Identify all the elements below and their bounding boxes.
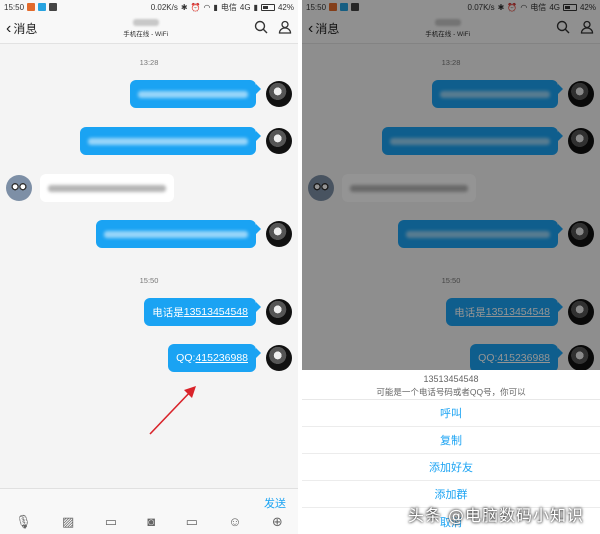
message-bubble-blurred[interactable] xyxy=(80,127,261,155)
search-icon[interactable] xyxy=(254,20,268,37)
contact-avatar[interactable] xyxy=(6,175,32,201)
qq-message-bubble[interactable]: QQ: 415236988 xyxy=(168,344,261,372)
copy-option[interactable]: 复制 xyxy=(302,427,600,454)
avatar[interactable] xyxy=(266,299,292,325)
avatar[interactable] xyxy=(266,81,292,107)
action-sheet-header: 13513454548 可能是一个电话号码或者QQ号，你可以 xyxy=(302,370,600,400)
folder-icon[interactable]: ▭ xyxy=(186,514,198,530)
watermark: 头条 @电脑数码小知识 xyxy=(407,506,584,525)
contact-name-blurred xyxy=(132,19,159,26)
message-row-out: 电话是 13513454548 xyxy=(144,298,292,326)
app-notification-icon xyxy=(27,3,36,11)
battery-percent: 42% xyxy=(277,2,294,12)
network-speed: 0.02K/s xyxy=(150,2,178,12)
network-type: 4G xyxy=(239,2,251,12)
avatar[interactable] xyxy=(266,221,292,247)
avatar[interactable] xyxy=(266,345,292,371)
camera-icon[interactable]: ◙ xyxy=(147,514,155,530)
person-icon[interactable] xyxy=(278,20,292,37)
chat-header: ‹ 消息 手机在线 - WiFi xyxy=(0,14,298,44)
plus-icon[interactable]: ⊕ xyxy=(272,514,283,530)
carrier-label: 电信 xyxy=(220,2,237,12)
call-option[interactable]: 呼叫 xyxy=(302,400,600,427)
action-sheet-hint: 可能是一个电话号码或者QQ号，你可以 xyxy=(376,387,526,397)
battery-icon xyxy=(260,3,275,11)
message-bubble-blurred[interactable] xyxy=(130,80,261,108)
message-row-out xyxy=(80,127,292,155)
bluetooth-icon: ✱ xyxy=(180,2,188,12)
message-row-out xyxy=(96,220,292,248)
message-row-out xyxy=(130,80,292,108)
phone-number-link[interactable]: 13513454548 xyxy=(184,306,248,318)
notification-icon xyxy=(49,3,58,11)
timestamp: 15:50 xyxy=(139,276,159,285)
chevron-left-icon: ‹ xyxy=(6,19,12,37)
detected-number: 13513454548 xyxy=(423,374,479,384)
timestamp: 13:28 xyxy=(139,58,159,67)
image-icon[interactable]: ▨ xyxy=(62,514,74,530)
back-label: 消息 xyxy=(13,22,38,36)
message-composer: 发送 🎙 ▨ ▭ ◙ ▭ ☺ ⊕ xyxy=(0,488,298,534)
red-arrow-annotation xyxy=(149,386,196,435)
phone-message-bubble[interactable]: 电话是 13513454548 xyxy=(144,298,261,326)
online-status: 手机在线 - WiFi xyxy=(123,31,169,38)
send-button[interactable]: 发送 xyxy=(264,495,286,511)
status-bar: 15:50 0.02K/s ✱ ⏰ ◠ ▮ 电信 4G ▮ 42% xyxy=(0,0,298,14)
back-button[interactable]: ‹ 消息 xyxy=(6,20,37,37)
message-row-out: QQ: 415236988 xyxy=(168,344,292,372)
signal-icon: ▮ xyxy=(253,2,258,12)
avatar[interactable] xyxy=(266,128,292,154)
alarm-icon: ⏰ xyxy=(190,2,201,12)
qq-notification-icon xyxy=(38,3,47,11)
chat-screen-left: 15:50 0.02K/s ✱ ⏰ ◠ ▮ 电信 4G ▮ 42% ‹ 消息 手… xyxy=(0,0,298,534)
qq-number-link[interactable]: 415236988 xyxy=(195,352,248,364)
qq-prefix: QQ: xyxy=(176,352,196,364)
signal-icon: ▮ xyxy=(213,2,218,12)
chat-title: 手机在线 - WiFi xyxy=(123,19,168,38)
composer-toolbar: 🎙 ▨ ▭ ◙ ▭ ☺ ⊕ xyxy=(0,514,298,530)
phone-prefix: 电话是 xyxy=(152,306,184,319)
message-row-in xyxy=(6,174,174,202)
video-icon[interactable]: ▭ xyxy=(105,514,117,530)
wifi-icon: ◠ xyxy=(203,2,211,12)
add-friend-option[interactable]: 添加好友 xyxy=(302,454,600,481)
status-time: 15:50 xyxy=(4,2,25,12)
message-bubble-blurred[interactable] xyxy=(40,174,174,202)
mic-icon[interactable]: 🎙 xyxy=(15,514,32,530)
chat-screen-right: 15:50 0.07K/s ✱ ⏰ ◠ 电信 4G 42% ‹ 消息 手机在线 … xyxy=(302,0,600,534)
emoji-icon[interactable]: ☺ xyxy=(228,514,241,530)
message-bubble-blurred[interactable] xyxy=(96,220,261,248)
